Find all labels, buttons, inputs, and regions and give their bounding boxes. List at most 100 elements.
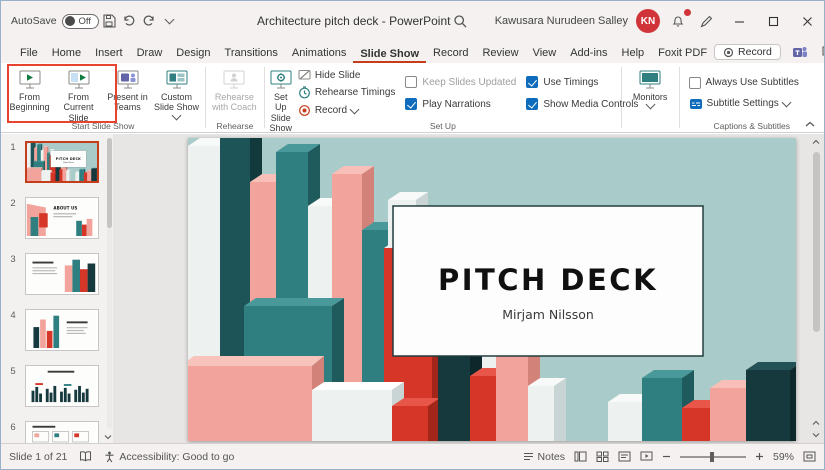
quick-access-chevron-icon[interactable] [159, 11, 179, 31]
slide-thumbnail-3[interactable] [25, 253, 99, 295]
teams-icon[interactable] [790, 42, 810, 62]
avatar[interactable]: KN [636, 9, 660, 33]
keep-slides-updated-checkbox[interactable]: Keep Slides Updated [405, 76, 516, 88]
tab-draw[interactable]: Draw [130, 47, 170, 63]
undo-icon[interactable] [119, 11, 139, 31]
group-rehearse: Rehearse with Coach Rehearse [206, 63, 264, 132]
fit-slide-to-window-icon[interactable] [803, 451, 816, 462]
normal-view-icon[interactable] [574, 451, 587, 462]
scrollbar-thumb[interactable] [812, 152, 820, 332]
group-start-slide-show: From Beginning From Current Slide Presen… [1, 63, 205, 132]
slide-canvas [113, 134, 824, 443]
tab-animations[interactable]: Animations [285, 47, 353, 63]
tab-file[interactable]: File [13, 47, 45, 63]
status-bar: Slide 1 of 21 Accessibility: Good to go … [1, 443, 824, 469]
zoom-slider[interactable] [679, 451, 746, 462]
group-label-rehearse: Rehearse [216, 121, 254, 131]
panel-scrollbar-thumb[interactable] [107, 138, 112, 228]
notifications-bell-icon[interactable] [668, 9, 691, 31]
tab-add-ins[interactable]: Add-ins [563, 47, 614, 63]
group-monitors: Monitors [622, 63, 679, 132]
hide-slide-button[interactable]: Hide Slide [298, 69, 396, 81]
from-beginning-button[interactable]: From Beginning [5, 66, 54, 113]
autosave-state: Off [78, 15, 92, 27]
subtitle-settings-button[interactable]: Subtitle Settings [689, 97, 792, 110]
next-slide-button[interactable] [810, 429, 822, 441]
thumbnail-row: 3 [1, 253, 105, 295]
thumbnail-row: 6 [1, 421, 105, 443]
custom-slide-show-button[interactable]: Custom Slide Show [152, 66, 201, 121]
zoom-in-button[interactable] [755, 452, 764, 461]
ink-pen-icon[interactable] [696, 11, 716, 31]
autosave-label: AutoSave [11, 15, 57, 27]
group-captions-subtitles: Always Use Subtitles Subtitle Settings C… [680, 63, 824, 132]
checkbox-checked-icon [405, 98, 418, 110]
slide-thumbnail-1[interactable] [25, 141, 99, 183]
comments-icon[interactable] [819, 42, 824, 62]
autosave-toggle[interactable]: AutoSave Off [11, 13, 100, 29]
rehearse-with-coach-button[interactable]: Rehearse with Coach [210, 66, 259, 113]
slide-thumbnail-4[interactable] [25, 309, 99, 351]
minimize-button[interactable] [722, 1, 756, 41]
user-name[interactable]: Kawusara Nurudeen Salley [495, 15, 628, 27]
record-dropdown-button[interactable]: Record [298, 104, 396, 117]
zoom-level[interactable]: 59% [773, 451, 794, 463]
slide-number: 6 [10, 422, 16, 433]
search-icon[interactable] [451, 11, 471, 31]
slide-thumbnail-6[interactable] [25, 421, 99, 443]
group-set-up: Set Up Slide Show Hide Slide Rehearse Ti… [265, 63, 639, 134]
slide-indicator[interactable]: Slide 1 of 21 [9, 451, 67, 463]
title-bar: AutoSave Off Architecture pitch deck - P… [1, 1, 824, 41]
ribbon-tab-bar: File Home Insert Draw Design Transitions… [1, 41, 824, 63]
tab-record[interactable]: Record [426, 47, 475, 63]
present-in-teams-button[interactable]: Present in Teams [103, 66, 152, 113]
panel-scroll-down-icon[interactable] [103, 432, 113, 442]
save-icon[interactable] [99, 11, 119, 31]
always-use-subtitles-checkbox[interactable]: Always Use Subtitles [688, 76, 799, 89]
slide-thumbnail-5[interactable] [25, 365, 99, 407]
maximize-button[interactable] [756, 1, 790, 41]
close-button[interactable] [790, 1, 824, 41]
monitors-button[interactable]: Monitors [626, 66, 675, 110]
tab-help[interactable]: Help [615, 47, 652, 63]
scroll-up-icon[interactable] [810, 136, 822, 148]
chevron-down-icon [781, 97, 792, 107]
checkbox-unchecked-icon [405, 76, 418, 88]
record-button[interactable]: Record [714, 44, 781, 60]
scrollbar-track[interactable] [810, 148, 822, 417]
redo-icon[interactable] [139, 11, 159, 31]
play-narrations-checkbox[interactable]: Play Narrations [405, 98, 516, 110]
checkbox-checked-icon [526, 76, 539, 88]
slideshow-view-icon[interactable] [640, 451, 653, 462]
tab-insert[interactable]: Insert [88, 47, 130, 63]
checkbox-checked-icon [526, 98, 539, 110]
spellcheck-book-icon[interactable] [79, 451, 92, 462]
slide-sorter-view-icon[interactable] [596, 451, 609, 462]
accessibility-icon [105, 451, 114, 462]
tab-foxit-pdf[interactable]: Foxit PDF [651, 47, 714, 63]
from-current-slide-button[interactable]: From Current Slide [54, 66, 103, 123]
panel-scrollbar[interactable] [107, 138, 112, 429]
current-slide[interactable] [188, 138, 796, 441]
zoom-slider-thumb[interactable] [710, 451, 715, 462]
collapse-ribbon-button[interactable] [804, 120, 816, 128]
tab-review[interactable]: Review [475, 47, 525, 63]
slide-number: 4 [10, 310, 16, 321]
tab-view[interactable]: View [526, 47, 564, 63]
slide-thumbnail-2[interactable]: ABOUT US [25, 197, 99, 239]
tab-home[interactable]: Home [45, 47, 88, 63]
thumbnail-row: 1 [1, 141, 105, 183]
slide-number: 5 [10, 366, 16, 377]
tab-slide-show[interactable]: Slide Show [353, 48, 427, 63]
slide-number: 1 [10, 142, 16, 153]
tab-transitions[interactable]: Transitions [218, 47, 285, 63]
accessibility-status[interactable]: Accessibility: Good to go [104, 451, 234, 463]
reading-view-icon[interactable] [618, 451, 631, 462]
vertical-scrollbar [810, 136, 822, 441]
rehearse-timings-button[interactable]: Rehearse Timings [298, 86, 395, 99]
group-label-start-slide-show: Start Slide Show [71, 121, 135, 131]
zoom-out-button[interactable] [662, 452, 671, 461]
notes-button[interactable]: Notes [523, 451, 565, 463]
tab-design[interactable]: Design [169, 47, 217, 63]
previous-slide-button[interactable] [810, 417, 822, 429]
